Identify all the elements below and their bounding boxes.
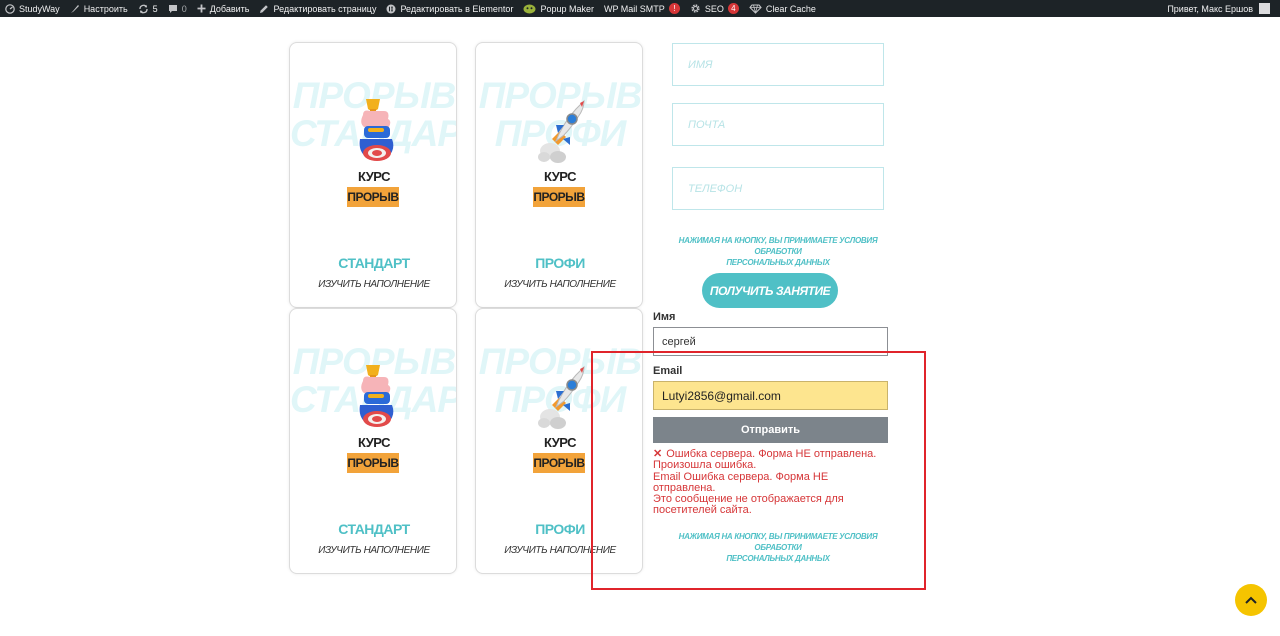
popup-maker-icon	[523, 4, 536, 13]
course-card-profi-2[interactable]: ПРОРЫВ ПРОФИ КУРС ПРОРЫВ ПРОФИ ИЗУЧИТЬ Н…	[475, 308, 643, 574]
course-label: КУРС	[357, 169, 391, 184]
admin-bar-wp-mail-smtp[interactable]: WP Mail SMTP !	[599, 0, 685, 17]
edit-page-label: Редактировать страницу	[273, 3, 377, 14]
card-subtitle-link[interactable]: ИЗУЧИТЬ НАПОЛНЕНИЕ	[476, 279, 642, 290]
legal-line: ПЕРСОНАЛЬНЫХ ДАННЫХ	[726, 258, 830, 267]
gear-icon	[691, 4, 700, 13]
admin-bar-popup-maker[interactable]: Popup Maker	[518, 0, 599, 17]
legal-line: НАЖИМАЯ НА КНОПКУ, ВЫ ПРИНИМАЕТЕ УСЛОВИЯ…	[678, 236, 878, 256]
card-title[interactable]: СТАНДАРТ	[290, 255, 456, 271]
form-error-message: ✕ Ошибка сервера. Форма НЕ отправлена. Пр…	[653, 448, 893, 517]
pencil-icon	[260, 4, 269, 13]
plus-icon	[197, 4, 206, 13]
scroll-to-top-button[interactable]	[1235, 584, 1267, 616]
course-tag: ПРОРЫВ	[533, 187, 585, 207]
brush-icon	[70, 4, 79, 13]
lead-legal-note: НАЖИМАЯ НА КНОПКУ, ВЫ ПРИНИМАЕТЕ УСЛОВИЯ…	[660, 235, 896, 268]
diamond-icon	[749, 3, 762, 14]
rocket-icon	[536, 361, 588, 433]
elementor-icon	[386, 4, 396, 13]
admin-bar-account[interactable]: Привет, Макс Ершов	[1167, 3, 1280, 14]
new-label: Добавить	[209, 3, 250, 14]
card-subtitle-link[interactable]: ИЗУЧИТЬ НАПОЛНЕНИЕ	[476, 545, 642, 556]
admin-bar-seo[interactable]: SEO 4	[685, 0, 744, 17]
email-label: Email	[653, 365, 683, 377]
send-button[interactable]: Отправить	[653, 417, 888, 443]
popup-maker-label: Popup Maker	[540, 3, 594, 14]
seo-count-badge: 4	[727, 3, 739, 14]
clear-cache-label: Clear Cache	[765, 3, 816, 14]
error-line: посетителей сайта.	[653, 504, 752, 517]
admin-bar: StudyWay Настроить 5 0 Добавить Редактир…	[0, 0, 1280, 17]
card-subtitle-link[interactable]: ИЗУЧИТЬ НАПОЛНЕНИЕ	[290, 545, 456, 556]
name-field[interactable]	[653, 327, 888, 356]
name-label: Имя	[653, 311, 676, 323]
admin-bar-customize[interactable]: Настроить	[65, 0, 133, 17]
legal-line: НАЖИМАЯ НА КНОПКУ, ВЫ ПРИНИМАЕТЕ УСЛОВИЯ…	[678, 532, 878, 552]
admin-bar-elementor[interactable]: Редактировать в Elementor	[381, 0, 518, 17]
wp-mail-smtp-label: WP Mail SMTP	[603, 3, 665, 14]
admin-bar-edit-page[interactable]: Редактировать страницу	[254, 0, 381, 17]
course-tag: ПРОРЫВ	[347, 453, 399, 473]
rocket-icon	[536, 95, 588, 167]
site-name: StudyWay	[19, 3, 60, 14]
email-field[interactable]	[653, 381, 888, 410]
lead-name-input[interactable]	[672, 43, 884, 86]
updates-count: 5	[152, 3, 158, 14]
hand-cup-icon	[350, 95, 402, 167]
course-label: КУРС	[543, 169, 577, 184]
chevron-up-icon	[1245, 596, 1257, 604]
card-subtitle-link[interactable]: ИЗУЧИТЬ НАПОЛНЕНИЕ	[290, 279, 456, 290]
get-lesson-button[interactable]: ПОЛУЧИТЬ ЗАНЯТИЕ	[702, 273, 838, 308]
admin-bar-new[interactable]: Добавить	[192, 0, 255, 17]
course-card-standard-1[interactable]: ПРОРЫВ СТАНДАРТ КУРС ПРОРЫВ СТАНДАРТ ИЗУ…	[289, 42, 457, 308]
updates-icon	[139, 4, 148, 13]
admin-bar-updates[interactable]: 5	[133, 0, 163, 17]
error-text: Ошибка сервера. Форма НЕ отправлена.	[666, 448, 877, 460]
card-title[interactable]: СТАНДАРТ	[290, 521, 456, 537]
error-line: Произошла ошибка.	[653, 459, 757, 472]
course-label: КУРС	[357, 435, 391, 450]
avatar	[1259, 3, 1270, 14]
edit-elementor-label: Редактировать в Elementor	[400, 3, 514, 14]
customize-label: Настроить	[83, 3, 128, 14]
seo-label: SEO	[704, 3, 724, 14]
course-card-profi-1[interactable]: ПРОРЫВ ПРОФИ КУРС ПРОРЫВ ПРОФИ ИЗУЧИТЬ Н…	[475, 42, 643, 308]
card-title[interactable]: ПРОФИ	[476, 521, 642, 537]
course-label: КУРС	[543, 435, 577, 450]
smtp-alert-badge: !	[668, 3, 680, 14]
course-card-standard-2[interactable]: ПРОРЫВ СТАНДАРТ КУРС ПРОРЫВ СТАНДАРТ ИЗУ…	[289, 308, 457, 574]
course-tag: ПРОРЫВ	[347, 187, 399, 207]
comment-icon	[168, 4, 177, 13]
comments-count: 0	[181, 3, 187, 14]
hand-cup-icon	[350, 361, 402, 433]
lead-phone-input[interactable]	[672, 167, 884, 210]
legal-line: ПЕРСОНАЛЬНЫХ ДАННЫХ	[726, 554, 830, 563]
admin-bar-clear-cache[interactable]: Clear Cache	[744, 0, 821, 17]
lead-email-input[interactable]	[672, 103, 884, 146]
card-title[interactable]: ПРОФИ	[476, 255, 642, 271]
dashboard-icon	[5, 3, 15, 14]
course-tag: ПРОРЫВ	[533, 453, 585, 473]
admin-bar-site[interactable]: StudyWay	[0, 0, 65, 17]
admin-bar-comments[interactable]: 0	[163, 0, 192, 17]
greeting-label: Привет, Макс Ершов	[1167, 3, 1253, 14]
contact-legal-note: НАЖИМАЯ НА КНОПКУ, ВЫ ПРИНИМАЕТЕ УСЛОВИЯ…	[660, 531, 896, 564]
